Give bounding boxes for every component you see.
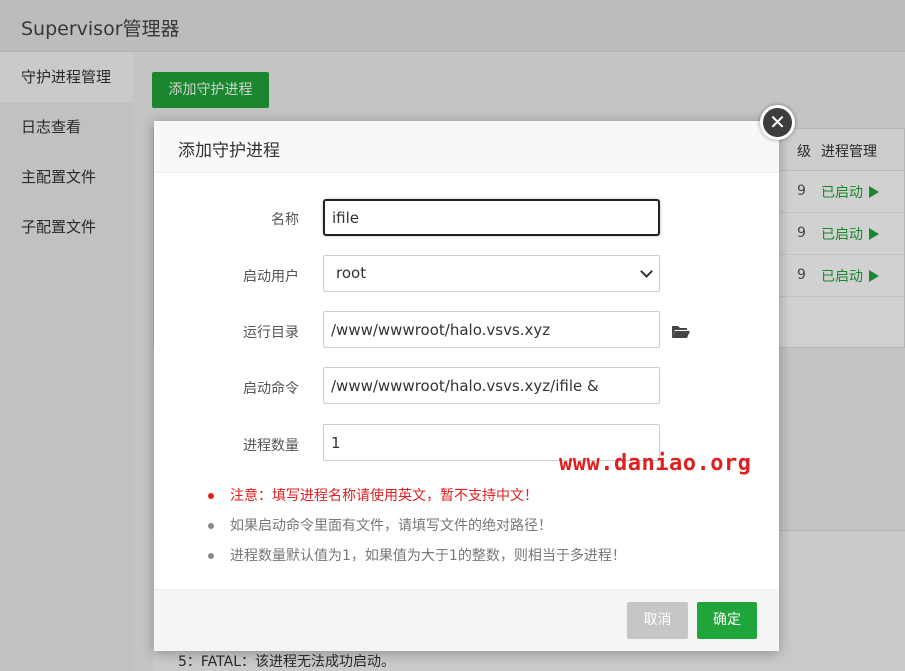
command-label: 启动命令: [243, 381, 299, 397]
name-label: 名称: [271, 212, 299, 228]
cancel-button[interactable]: 取消: [627, 602, 688, 639]
dialog-header: 添加守护进程: [154, 121, 779, 173]
add-daemon-dialog: 添加守护进程 名称 启动用户 root 运行目录 启动命令 进程数量 www.d…: [154, 121, 779, 651]
note-item-warning: 注意：填写进程名称请使用英文，暂不支持中文！: [206, 486, 626, 516]
chevron-down-icon: [640, 265, 653, 278]
command-input[interactable]: [323, 367, 660, 404]
dir-label: 运行目录: [243, 325, 299, 341]
user-select-value: root: [336, 264, 367, 282]
confirm-button[interactable]: 确定: [697, 602, 757, 639]
folder-open-icon[interactable]: [671, 324, 690, 339]
dialog-title: 添加守护进程: [178, 141, 280, 161]
note-item: 进程数量默认值为1，如果值为大于1的整数，则相当于多进程！: [206, 546, 626, 576]
help-notes: 注意：填写进程名称请使用英文，暂不支持中文！ 如果启动命令里面有文件，请填写文件…: [206, 486, 626, 576]
user-select[interactable]: root: [323, 255, 660, 292]
count-label: 进程数量: [243, 438, 299, 454]
name-input[interactable]: [323, 199, 660, 236]
watermark-text: www.daniao.org: [559, 451, 752, 476]
dir-input[interactable]: [323, 311, 660, 348]
close-icon[interactable]: ✕: [760, 105, 795, 140]
dialog-footer: 取消 确定: [154, 589, 779, 651]
user-label: 启动用户: [243, 269, 299, 285]
note-item: 如果启动命令里面有文件，请填写文件的绝对路径！: [206, 516, 626, 546]
